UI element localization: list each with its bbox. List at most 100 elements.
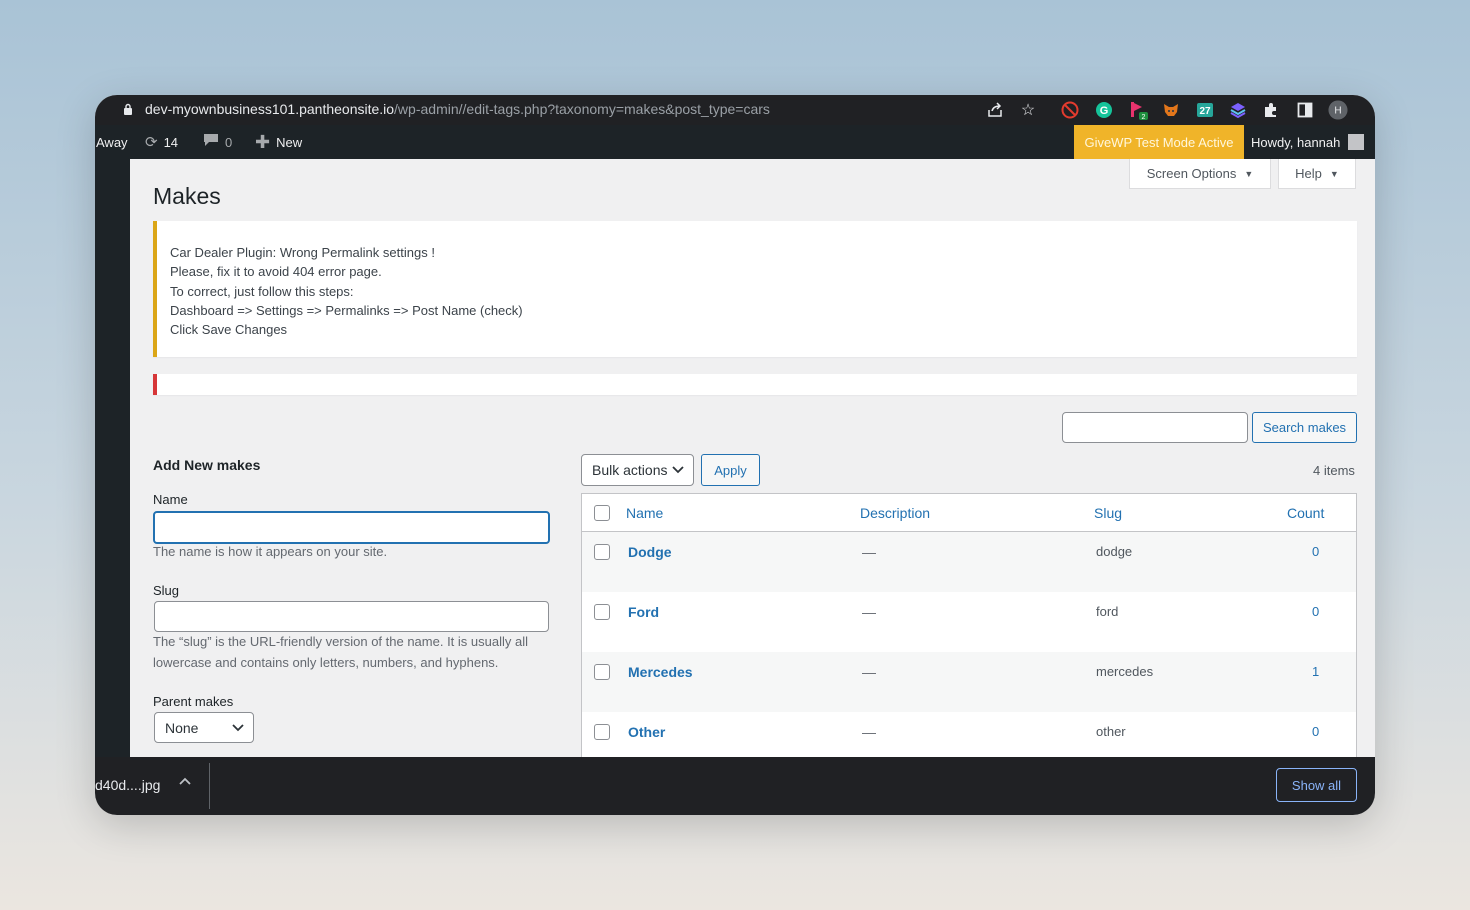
page-title: Makes <box>153 183 221 209</box>
updates-icon: ⟳ <box>145 134 158 151</box>
table-row: Other — other 0 <box>582 712 1356 757</box>
name-help-text: The name is how it appears on your site. <box>153 544 388 559</box>
search-input[interactable] <box>1062 412 1248 443</box>
table-row: Dodge — dodge 0 <box>582 532 1356 592</box>
wp-admin-bar: Away ⟳ 14 0 ✚ New GiveWP Test Mode Activ… <box>95 125 1375 159</box>
column-header-description[interactable]: Description <box>860 505 930 521</box>
number-extension-icon[interactable]: 27 <box>1195 100 1215 120</box>
extension-number: 27 <box>1199 106 1211 117</box>
bookmark-star-icon[interactable]: ☆ <box>1018 100 1038 120</box>
items-count: 4 items <box>1313 463 1355 478</box>
term-name-link[interactable]: Dodge <box>628 544 672 560</box>
notice-line: Dashboard => Settings => Permalinks => P… <box>170 302 523 318</box>
row-checkbox[interactable] <box>594 544 610 560</box>
blocked-extension-icon[interactable] <box>1060 100 1080 120</box>
column-header-name[interactable]: Name <box>626 505 663 521</box>
term-count-link[interactable]: 0 <box>1312 544 1319 559</box>
address-field[interactable]: dev-myownbusiness101.pantheonsite.io/wp-… <box>145 101 770 117</box>
term-description: — <box>862 724 876 740</box>
term-slug: other <box>1096 724 1126 739</box>
parent-select[interactable]: None <box>154 712 254 743</box>
slug-field[interactable] <box>154 601 549 632</box>
term-description: — <box>862 604 876 620</box>
slug-help-text-line2: lowercase and contains only letters, num… <box>153 655 499 670</box>
my-account-link[interactable]: Howdy, hannah <box>1251 125 1365 159</box>
updates-link[interactable]: ⟳ 14 <box>145 125 178 159</box>
notice-line: Car Dealer Plugin: Wrong Permalink setti… <box>170 245 435 260</box>
slug-help-text-line1: The “slug” is the URL-friendly version o… <box>153 634 528 649</box>
search-makes-button[interactable]: Search makes <box>1252 412 1357 443</box>
side-panel-icon[interactable] <box>1295 100 1315 120</box>
caret-down-icon: ▼ <box>1244 168 1254 179</box>
stack-extension-icon[interactable] <box>1228 100 1248 120</box>
term-count-link[interactable]: 0 <box>1312 724 1319 739</box>
row-checkbox[interactable] <box>594 724 610 740</box>
add-new-heading: Add New makes <box>153 457 261 473</box>
chevron-down-icon <box>232 720 244 737</box>
column-header-slug[interactable]: Slug <box>1094 505 1122 521</box>
term-slug: mercedes <box>1096 664 1154 679</box>
admin-menu <box>95 159 130 759</box>
slug-label: Slug <box>153 583 180 598</box>
term-slug: dodge <box>1096 544 1133 559</box>
notice-line: Click Save Changes <box>170 322 288 338</box>
term-name-link[interactable]: Mercedes <box>628 664 693 680</box>
download-bar: d40d....jpg Show all <box>95 757 1375 815</box>
profile-avatar[interactable]: H <box>1328 100 1348 120</box>
profile-initial: H <box>1334 106 1341 117</box>
share-icon[interactable] <box>985 100 1005 120</box>
term-description: — <box>862 544 876 560</box>
givewp-test-mode-badge[interactable]: GiveWP Test Mode Active <box>1074 125 1244 159</box>
table-row: Mercedes — mercedes 1 <box>582 652 1356 712</box>
error-notice <box>153 374 1357 395</box>
help-button[interactable]: Help ▼ <box>1278 159 1356 189</box>
row-checkbox[interactable] <box>594 604 610 620</box>
new-content-link[interactable]: ✚ New <box>255 125 302 159</box>
comments-count: 0 <box>225 134 233 150</box>
extension-badge: 2 <box>1142 114 1146 120</box>
grammarly-icon[interactable]: G <box>1094 100 1114 120</box>
comments-link[interactable]: 0 <box>203 125 232 159</box>
row-checkbox[interactable] <box>594 664 610 680</box>
parent-label: Parent makes <box>153 694 234 709</box>
permalink-warning-notice: Car Dealer Plugin: Wrong Permalink setti… <box>153 221 1357 357</box>
show-all-button[interactable]: Show all <box>1276 768 1357 802</box>
plus-icon: ✚ <box>255 131 271 152</box>
caret-down-icon: ▼ <box>1329 168 1339 179</box>
bulk-actions-select[interactable]: Bulk actions <box>581 454 694 486</box>
new-label: New <box>276 134 303 150</box>
column-header-count[interactable]: Count <box>1287 505 1324 521</box>
apply-button[interactable]: Apply <box>701 454 760 486</box>
select-all-checkbox[interactable] <box>594 505 610 521</box>
name-field[interactable] <box>153 511 550 544</box>
chevron-up-icon[interactable] <box>179 776 191 791</box>
table-header: Name Description Slug Count <box>582 494 1356 532</box>
term-count-link[interactable]: 0 <box>1312 604 1319 619</box>
main-content: Screen Options ▼ Help ▼ Makes Car Dealer… <box>130 159 1375 757</box>
term-slug: ford <box>1096 604 1119 619</box>
term-description: — <box>862 664 876 680</box>
browser-window: dev-myownbusiness101.pantheonsite.io/wp-… <box>95 95 1375 815</box>
makes-table: Name Description Slug Count Dodge — dodg… <box>581 493 1357 757</box>
name-label: Name <box>153 492 188 507</box>
divider <box>209 763 210 809</box>
download-file-name[interactable]: d40d....jpg <box>95 777 160 793</box>
avatar <box>1348 134 1365 150</box>
metamask-fox-icon[interactable] <box>1161 100 1181 120</box>
howdy-label: Howdy, hannah <box>1251 134 1341 150</box>
comment-icon <box>203 133 219 151</box>
url-path: /wp-admin//edit-tags.php?taxonomy=makes&… <box>394 101 770 117</box>
term-name-link[interactable]: Ford <box>628 604 659 620</box>
term-count-link[interactable]: 1 <box>1312 664 1319 679</box>
lock-icon <box>124 103 132 115</box>
extensions-puzzle-icon[interactable] <box>1261 100 1281 120</box>
site-name-link[interactable]: Away <box>96 125 128 159</box>
notice-line: Please, fix it to avoid 404 error page. <box>170 264 382 280</box>
screen-options-button[interactable]: Screen Options ▼ <box>1129 159 1271 189</box>
term-name-link[interactable]: Other <box>628 724 665 740</box>
svg-text:G: G <box>1100 105 1109 117</box>
flag-extension-icon[interactable]: 2 <box>1128 100 1148 120</box>
table-row: Ford — ford 0 <box>582 592 1356 652</box>
chevron-down-icon <box>672 462 684 479</box>
url-host: dev-myownbusiness101.pantheonsite.io <box>145 101 395 117</box>
